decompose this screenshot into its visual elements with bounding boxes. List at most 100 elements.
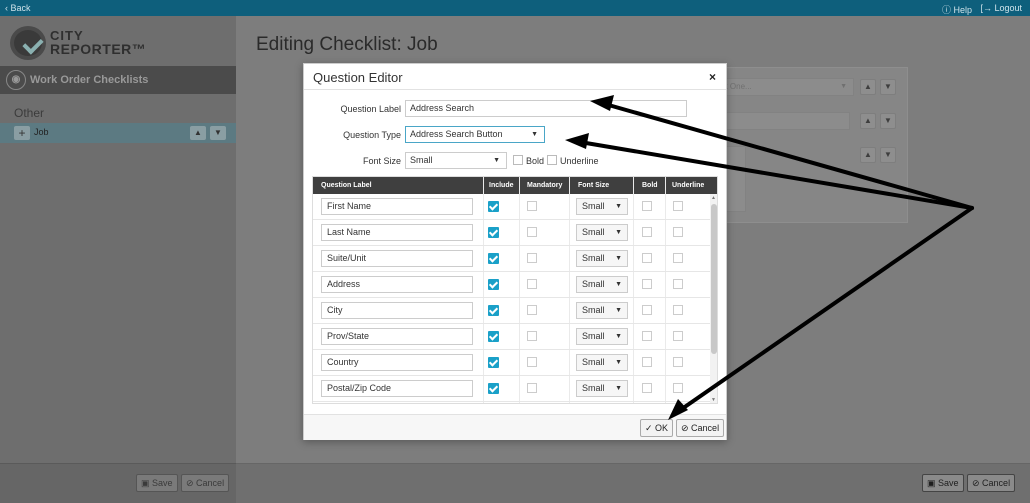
mandatory-checkbox[interactable]: [527, 279, 537, 289]
back-link[interactable]: ‹ Back: [5, 3, 31, 13]
chevron-down-icon: ▼: [840, 83, 847, 90]
row-font-size-select[interactable]: Small ▼: [576, 328, 628, 345]
table-row: Country Small ▼: [313, 350, 711, 376]
row-bold-checkbox[interactable]: [642, 227, 652, 237]
sidebar-header: ◉ Work Order Checklists: [0, 66, 236, 94]
move-up-button-2[interactable]: ▲: [860, 113, 876, 129]
question-label-label: Question Label: [340, 104, 401, 114]
sidebar-cancel-button[interactable]: ⊘ Cancel: [181, 474, 230, 492]
row-underline-checkbox[interactable]: [673, 357, 683, 367]
background-select[interactable]: ect One... ▼: [712, 78, 854, 96]
mandatory-checkbox[interactable]: [527, 201, 537, 211]
row-font-size-select[interactable]: Small ▼: [576, 354, 628, 371]
table-scrollbar[interactable]: ▲ ▼: [710, 194, 717, 403]
close-icon[interactable]: ×: [709, 70, 716, 84]
background-input[interactable]: [712, 112, 850, 130]
mandatory-checkbox[interactable]: [527, 331, 537, 341]
row-font-size-select[interactable]: Small ▼: [576, 250, 628, 267]
main-cancel-label: Cancel: [982, 478, 1011, 488]
row-underline-checkbox[interactable]: [673, 253, 683, 263]
ok-button[interactable]: ✓ OK: [640, 419, 674, 437]
include-checkbox[interactable]: [488, 201, 499, 212]
row-font-size-select[interactable]: Small ▼: [576, 380, 628, 397]
mandatory-checkbox[interactable]: [527, 227, 537, 237]
move-down-button[interactable]: ▼: [880, 79, 896, 95]
row-label-input[interactable]: First Name: [321, 198, 473, 215]
move-down-icon[interactable]: ▼: [210, 126, 226, 140]
mandatory-checkbox[interactable]: [527, 383, 537, 393]
bold-checkbox[interactable]: [513, 155, 523, 165]
row-label-input[interactable]: Last Name: [321, 224, 473, 241]
questions-table: Question Label Include Mandatory Font Si…: [312, 176, 718, 404]
table-row: Address Small ▼: [313, 272, 711, 298]
row-label-input[interactable]: Country: [321, 354, 473, 371]
question-label-input[interactable]: Address Search: [405, 100, 687, 117]
row-bold-checkbox[interactable]: [642, 279, 652, 289]
row-label-input[interactable]: Suite/Unit: [321, 250, 473, 267]
sidebar-item-job[interactable]: + Job ▲ ▼: [0, 123, 236, 143]
move-up-button-3[interactable]: ▲: [860, 147, 876, 163]
include-checkbox[interactable]: [488, 253, 499, 264]
row-font-size-value: Small: [582, 383, 605, 393]
scroll-up-icon[interactable]: ▲: [711, 195, 716, 201]
scroll-down-icon[interactable]: ▼: [711, 397, 716, 403]
page-title: Editing Checklist: Job: [256, 34, 438, 55]
logout-link[interactable]: [→ Logout: [980, 3, 1022, 13]
underline-checkbox[interactable]: [547, 155, 557, 165]
question-type-select[interactable]: Address Search Button ▼: [405, 126, 545, 143]
mandatory-checkbox[interactable]: [527, 357, 537, 367]
row-underline-checkbox[interactable]: [673, 201, 683, 211]
row-bold-checkbox[interactable]: [642, 383, 652, 393]
row-label-input[interactable]: Prov/State: [321, 328, 473, 345]
sidebar-item-label: Job: [34, 127, 49, 137]
chevron-down-icon: ▼: [615, 229, 622, 236]
row-font-size-select[interactable]: Small ▼: [576, 198, 628, 215]
row-label-input[interactable]: Postal/Zip Code: [321, 380, 473, 397]
main-save-label: Save: [938, 478, 959, 488]
sidebar-save-button[interactable]: ▣ Save: [136, 474, 178, 492]
include-checkbox[interactable]: [488, 305, 499, 316]
main-cancel-button[interactable]: ⊘ Cancel: [967, 474, 1016, 492]
chevron-down-icon: ▼: [615, 307, 622, 314]
include-checkbox[interactable]: [488, 383, 499, 394]
table-row: Prov/State Small ▼: [313, 324, 711, 350]
main-save-button[interactable]: ▣ Save: [922, 474, 964, 492]
row-label-input[interactable]: City: [321, 302, 473, 319]
col-font-size: Font Size: [578, 182, 610, 189]
move-down-button-2[interactable]: ▼: [880, 113, 896, 129]
user-icon: ◉: [6, 70, 26, 90]
row-bold-checkbox[interactable]: [642, 305, 652, 315]
move-up-button[interactable]: ▲: [860, 79, 876, 95]
include-checkbox[interactable]: [488, 227, 499, 238]
include-checkbox[interactable]: [488, 279, 499, 290]
row-bold-checkbox[interactable]: [642, 331, 652, 341]
mandatory-checkbox[interactable]: [527, 305, 537, 315]
row-underline-checkbox[interactable]: [673, 383, 683, 393]
include-checkbox[interactable]: [488, 357, 499, 368]
row-underline-checkbox[interactable]: [673, 331, 683, 341]
font-size-select[interactable]: Small ▼: [405, 152, 507, 169]
mandatory-checkbox[interactable]: [527, 253, 537, 263]
row-bold-checkbox[interactable]: [642, 357, 652, 367]
expand-plus-icon[interactable]: +: [14, 126, 30, 140]
scroll-thumb[interactable]: [711, 204, 717, 354]
row-bold-checkbox[interactable]: [642, 253, 652, 263]
main-footer: ▣ Save ⊘ Cancel: [236, 463, 1030, 503]
row-bold-checkbox[interactable]: [642, 201, 652, 211]
chevron-down-icon: ▼: [531, 131, 538, 138]
row-underline-checkbox[interactable]: [673, 305, 683, 315]
row-underline-checkbox[interactable]: [673, 279, 683, 289]
row-underline-checkbox[interactable]: [673, 227, 683, 237]
include-checkbox[interactable]: [488, 331, 499, 342]
move-up-icon[interactable]: ▲: [190, 126, 206, 140]
help-link[interactable]: ⓘ Help: [942, 3, 972, 16]
row-font-size-select[interactable]: Small ▼: [576, 302, 628, 319]
dialog-footer: ✓ OK ⊘ Cancel: [304, 414, 726, 440]
move-down-button-3[interactable]: ▼: [880, 147, 896, 163]
row-font-size-select[interactable]: Small ▼: [576, 276, 628, 293]
row-label-input[interactable]: Address: [321, 276, 473, 293]
row-font-size-select[interactable]: Small ▼: [576, 224, 628, 241]
row-font-size-value: Small: [582, 253, 605, 263]
cancel-button[interactable]: ⊘ Cancel: [676, 419, 725, 437]
sidebar: CITY REPORTER™ ◉ Work Order Checklists O…: [0, 16, 236, 503]
